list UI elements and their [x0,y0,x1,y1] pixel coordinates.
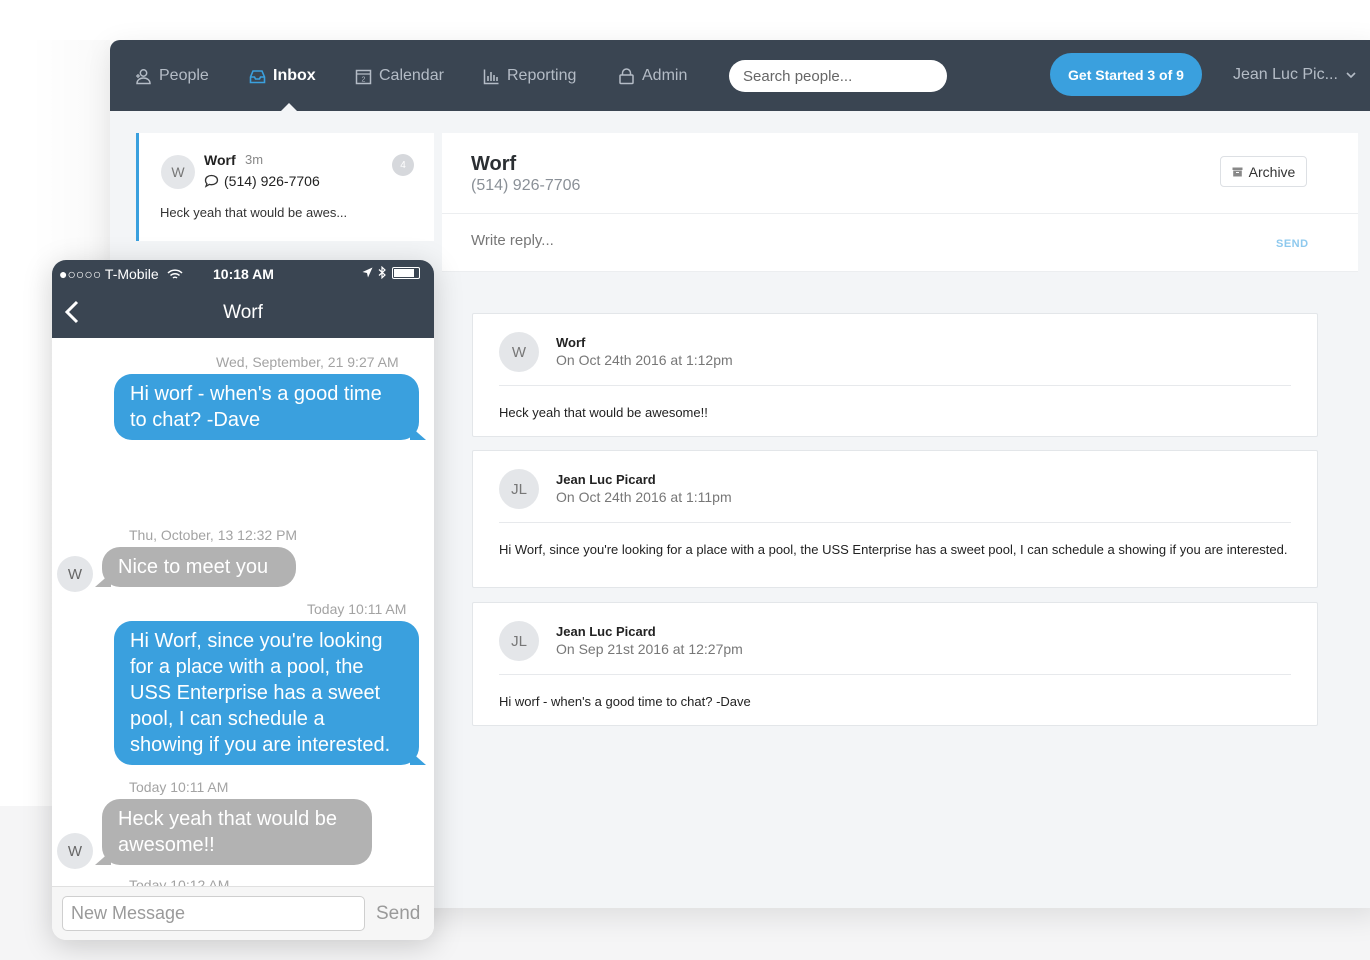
user-menu[interactable]: Jean Luc Pic... [1233,66,1356,84]
search-box[interactable] [729,60,947,92]
nav-item-reporting[interactable]: Reporting [483,64,576,88]
conversation-item[interactable]: W Worf 3m (514) 926-7706 4 Heck yeah tha… [136,133,434,241]
wifi-icon [166,269,183,279]
message-author: Worf [556,335,586,350]
status-icons [362,266,420,279]
incoming-message-bubble: Nice to meet you [102,547,296,587]
send-button[interactable]: SEND [1276,238,1309,250]
location-arrow-icon [362,267,373,278]
message-timestamp: Today 10:11 AM [307,601,407,617]
people-icon [136,68,151,84]
conversation-detail: Worf (514) 926-7706 Archive SEND W Worf … [442,133,1358,908]
phone-send-button[interactable]: Send [376,903,420,925]
svg-text:2: 2 [362,76,366,83]
nav-label-inbox: Inbox [273,67,316,84]
message-timestamp: Today 10:11 AM [129,779,229,795]
reporting-icon [483,69,499,84]
nav-label-reporting: Reporting [507,67,577,84]
message-body: Hi worf - when's a good time to chat? -D… [499,694,751,709]
chat-bubble-icon [204,174,219,188]
message-divider [499,674,1291,675]
reply-input[interactable] [471,232,1171,249]
calendar-icon: 2 [355,69,372,84]
status-carrier: ●○○○○ T-Mobile [59,266,183,282]
conversation-phone-number: (514) 926-7706 [224,173,320,189]
avatar: W [57,556,93,592]
message-date: On Oct 24th 2016 at 1:12pm [556,352,733,368]
message-divider [499,522,1291,523]
message-date: On Sep 21st 2016 at 12:27pm [556,641,743,657]
avatar: W [499,332,539,372]
phone-mockup: ●○○○○ T-Mobile 10:18 AM Worf Wed, Septem… [52,260,434,940]
archive-button[interactable]: Archive [1220,156,1307,187]
nav-item-calendar[interactable]: 2 Calendar [355,64,444,88]
carrier-label: ●○○○○ T-Mobile [59,266,159,282]
message-thread: Wed, September, 21 9:27 AM Hi worf - whe… [52,338,434,886]
message-composer: Send [52,886,434,940]
get-started-button[interactable]: Get Started 3 of 9 [1050,53,1202,96]
message-date: On Oct 24th 2016 at 1:11pm [556,489,732,505]
chevron-down-icon [1346,71,1356,78]
message-timestamp: Thu, October, 13 12:32 PM [129,527,298,543]
archive-label: Archive [1248,163,1296,180]
nav-item-inbox[interactable]: Inbox [249,64,316,88]
conversation-name: Worf [204,152,236,168]
message-card: W Worf On Oct 24th 2016 at 1:12pm Heck y… [472,313,1318,437]
admin-icon [619,67,634,84]
new-message-input[interactable] [62,896,365,931]
avatar: W [57,833,93,869]
phone-contact-title: Worf [223,302,263,323]
nav-item-admin[interactable]: Admin [618,64,687,88]
nav-item-people[interactable]: People [135,64,209,88]
unread-count-badge: 4 [392,154,414,176]
active-tab-indicator [281,103,297,111]
contact-name: Worf [471,153,517,175]
incoming-message-bubble: Heck yeah that would be awesome!! [102,799,372,865]
battery-icon [392,266,420,279]
conversation-preview: Heck yeah that would be awes... [160,205,348,220]
outgoing-message-bubble: Hi worf - when's a good time to chat? -D… [114,374,419,440]
conversation-phone: (514) 926-7706 [204,173,320,189]
message-card: JL Jean Luc Picard On Oct 24th 2016 at 1… [472,450,1318,588]
message-body: Heck yeah that would be awesome!! [499,405,708,420]
nav-label-people: People [159,67,209,84]
archive-icon [1232,167,1243,176]
user-name: Jean Luc Pic... [1233,66,1338,83]
message-author: Jean Luc Picard [556,472,656,487]
nav-label-admin: Admin [642,67,688,84]
inbox-icon [249,69,266,83]
message-timestamp: Wed, September, 21 9:27 AM [216,354,399,370]
bluetooth-icon [378,266,386,279]
reply-bar: SEND [442,214,1358,272]
outgoing-message-bubble: Hi Worf, since you're looking for a plac… [114,621,419,765]
avatar: JL [499,469,539,509]
detail-header: Worf (514) 926-7706 Archive [442,133,1358,214]
message-card: JL Jean Luc Picard On Sep 21st 2016 at 1… [472,602,1318,726]
message-body: Hi Worf, since you're looking for a plac… [499,542,1288,557]
phone-header: ●○○○○ T-Mobile 10:18 AM Worf [52,260,434,338]
avatar: JL [499,621,539,661]
conversation-time: 3m [245,152,264,167]
search-input[interactable] [743,67,942,85]
message-timestamp: Today 10:12 AM [129,877,230,886]
avatar: W [161,155,195,189]
nav-label-calendar: Calendar [379,67,444,84]
message-divider [499,385,1291,386]
status-time: 10:18 AM [213,266,274,282]
message-author: Jean Luc Picard [556,624,656,639]
contact-phone: (514) 926-7706 [471,177,581,194]
top-navigation-bar: People Inbox 2 Calendar Reporting Admin … [110,40,1370,111]
